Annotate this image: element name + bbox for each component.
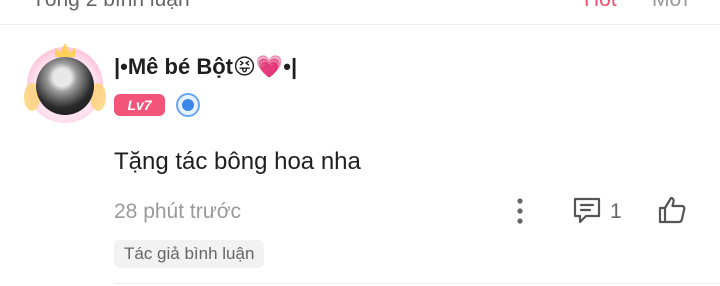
medal-icon [176, 93, 200, 117]
like-icon[interactable] [656, 194, 688, 226]
reply-icon[interactable] [572, 195, 604, 225]
more-vertical-icon[interactable] [506, 196, 534, 226]
comment-count-title: Tổng 2 bình luận [32, 0, 190, 12]
author-comment-tag: Tác giả bình luận [114, 240, 265, 268]
sort-hot-tab[interactable]: Hot [584, 0, 617, 12]
username[interactable]: |•Mê bé Bột😝💗•| [114, 54, 297, 80]
avatar-photo [36, 57, 94, 115]
reply-count[interactable]: 1 [610, 200, 622, 224]
comment-text: Tặng tác bông hoa nha [114, 148, 361, 175]
comment-timestamp: 28 phút trước [114, 200, 242, 223]
sort-new-tab[interactable]: Mới [652, 0, 688, 12]
comment-divider [114, 283, 720, 284]
avatar[interactable] [24, 43, 106, 123]
header-divider [0, 24, 720, 25]
level-badge: Lv7 [114, 94, 165, 116]
